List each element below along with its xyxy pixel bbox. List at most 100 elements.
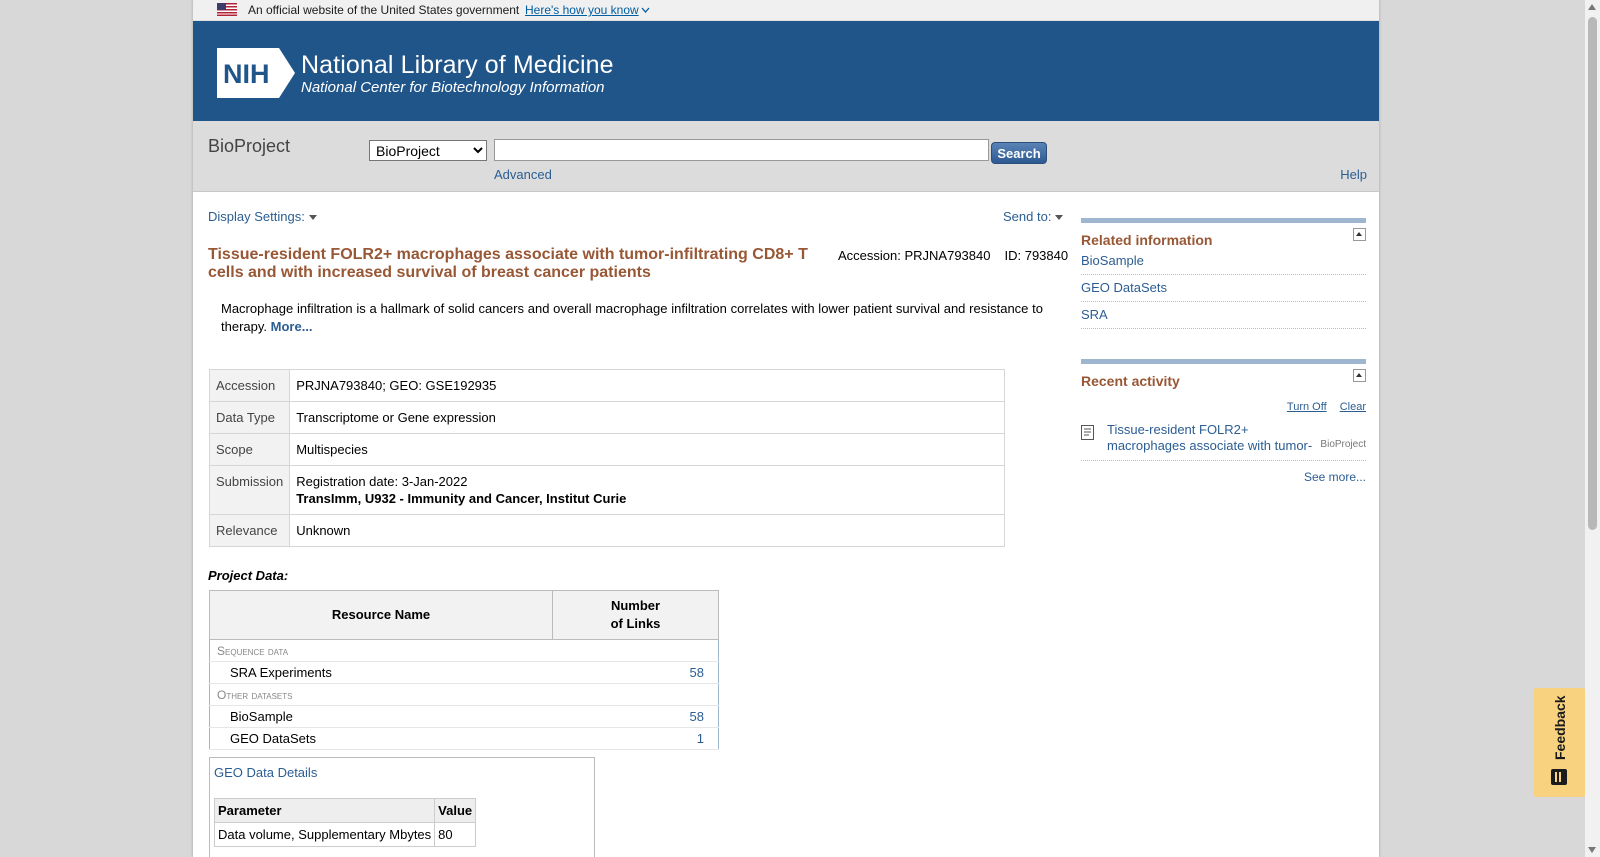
row-label: Scope <box>208 433 291 466</box>
search-bar: BioProject BioProject Search Advanced He… <box>193 121 1379 192</box>
project-data-label: Project Data: <box>208 568 289 583</box>
gov-banner-text: An official website of the United States… <box>248 3 520 17</box>
scrollbar-thumb[interactable] <box>1588 17 1597 530</box>
resource-name: BioSample <box>209 705 553 728</box>
project-description: Macrophage infiltration is a hallmark of… <box>221 300 1043 336</box>
param-name: Data volume, Supplementary Mbytes <box>213 822 436 847</box>
scroll-up-icon[interactable] <box>1588 4 1596 10</box>
row-value: PRJNA793840; GEO: GSE192935 <box>289 369 1005 402</box>
table-row: Relevance Unknown <box>208 514 1005 547</box>
table-row: Scope Multispecies <box>208 433 1005 466</box>
recent-activity-portlet: Recent activity Turn Off Clear Tissue-re… <box>1081 359 1366 484</box>
feedback-label: Feedback <box>1552 695 1568 760</box>
related-geo-datasets-link[interactable]: GEO DataSets <box>1081 280 1167 295</box>
related-sra-link[interactable]: SRA <box>1081 307 1108 322</box>
recent-activity-title: Recent activity <box>1081 373 1180 389</box>
related-information-portlet: Related information BioSample GEO DataSe… <box>1081 218 1366 329</box>
col-resource-name: Resource Name <box>209 590 553 640</box>
caret-down-icon <box>1055 215 1064 221</box>
link-count[interactable]: 58 <box>690 665 704 680</box>
row-value: Unknown <box>289 514 1005 547</box>
geo-table: Parameter Value Data volume, Supplementa… <box>213 798 477 847</box>
recent-activity-db: BioProject <box>1318 439 1366 450</box>
how-you-know-link[interactable]: Here's how you know <box>525 3 650 17</box>
project-info-table: Accession PRJNA793840; GEO: GSE192935 Da… <box>208 369 1005 547</box>
resource-name: SRA Experiments <box>209 661 553 684</box>
search-input[interactable] <box>494 139 989 161</box>
scroll-down-icon[interactable] <box>1588 847 1596 853</box>
table-row: Accession PRJNA793840; GEO: GSE192935 <box>208 369 1005 402</box>
related-information-title: Related information <box>1081 232 1213 248</box>
recent-activity-item: Tissue-resident FOLR2+ macrophages assoc… <box>1081 422 1366 461</box>
project-title: Tissue-resident FOLR2+ macrophages assoc… <box>208 246 808 281</box>
db-title[interactable]: BioProject <box>208 136 290 157</box>
row-value: Transcriptome or Gene expression <box>289 401 1005 434</box>
chevron-down-icon <box>641 7 650 13</box>
table-row: Data Type Transcriptome or Gene expressi… <box>208 401 1005 434</box>
resource-table: Resource Name Number of Links Sequence da… <box>209 590 719 750</box>
table-row: GEO DataSets 1 <box>209 727 719 750</box>
accession-id-line: Accession: PRJNA793840 ID: 793840 <box>838 248 1068 263</box>
collapse-icon[interactable] <box>1353 369 1366 382</box>
col-number-of-links: Number of Links <box>552 590 719 640</box>
col-value: Value <box>434 798 477 823</box>
row-label: Submission <box>208 465 291 515</box>
table-header-row: Parameter Value <box>213 798 477 823</box>
row-value: Registration date: 3-Jan-2022 TransImm, … <box>289 465 1005 515</box>
nih-logo[interactable]: NIH <box>217 48 295 98</box>
page-scrollbar[interactable] <box>1585 0 1600 857</box>
description-text: Macrophage infiltration is a hallmark of… <box>221 301 1043 334</box>
link-count[interactable]: 1 <box>697 731 704 746</box>
turn-off-link[interactable]: Turn Off <box>1287 401 1327 413</box>
registration-date: Registration date: 3-Jan-2022 <box>296 474 468 489</box>
display-settings-label: Display Settings: <box>208 209 305 224</box>
caret-down-icon <box>308 215 317 221</box>
col-links-line2: of Links <box>610 616 661 631</box>
geo-data-details-title[interactable]: GEO Data Details <box>214 765 317 780</box>
more-link[interactable]: More... <box>271 319 313 334</box>
row-value: Multispecies <box>289 433 1005 466</box>
gov-banner: An official website of the United States… <box>193 0 1379 21</box>
geo-data-details: GEO Data Details Parameter Value Data vo… <box>209 757 595 857</box>
accession-label: Accession: PRJNA793840 <box>838 248 991 263</box>
display-settings-menu[interactable]: Display Settings: <box>208 209 317 224</box>
category-other-datasets: Other datasets <box>209 683 719 706</box>
see-more-link[interactable]: See more... <box>1304 470 1366 484</box>
feedback-icon <box>1551 769 1567 785</box>
resource-name: GEO DataSets <box>209 727 553 750</box>
help-link[interactable]: Help <box>1340 167 1367 182</box>
table-row: Submission Registration date: 3-Jan-2022… <box>208 465 1005 515</box>
col-links-line1: Number <box>610 598 661 613</box>
nlm-header: NIH National Library of Medicine Nationa… <box>193 21 1379 121</box>
ncbi-subtitle: National Center for Biotechnology Inform… <box>301 79 605 96</box>
page: An official website of the United States… <box>193 0 1379 857</box>
recent-activity-link[interactable]: Tissue-resident FOLR2+ macrophages assoc… <box>1107 422 1319 454</box>
param-value: 80 <box>434 822 477 847</box>
row-label: Data Type <box>208 401 291 434</box>
row-label: Accession <box>208 369 291 402</box>
link-count[interactable]: 58 <box>690 709 704 724</box>
database-select[interactable]: BioProject <box>369 140 487 161</box>
document-icon <box>1081 425 1094 440</box>
category-sequence-data: Sequence data <box>209 639 719 662</box>
col-parameter: Parameter <box>213 798 436 823</box>
table-header-row: Resource Name Number of Links <box>209 590 719 640</box>
row-label: Relevance <box>208 514 291 547</box>
clear-link[interactable]: Clear <box>1340 401 1366 413</box>
us-flag-icon <box>217 3 237 16</box>
send-to-menu[interactable]: Send to: <box>1003 209 1064 224</box>
id-label: ID: 793840 <box>1004 248 1069 263</box>
table-row: SRA Experiments 58 <box>209 661 719 684</box>
related-biosample-link[interactable]: BioSample <box>1081 253 1144 268</box>
search-button[interactable]: Search <box>991 142 1047 164</box>
feedback-button[interactable]: Feedback <box>1534 688 1585 797</box>
send-to-label: Send to: <box>1003 209 1052 224</box>
category-row: Sequence data <box>209 639 719 662</box>
table-row: BioSample 58 <box>209 705 719 728</box>
nlm-title[interactable]: National Library of Medicine <box>301 51 614 80</box>
advanced-search-link[interactable]: Advanced <box>494 167 552 182</box>
portlet-bar <box>1081 359 1366 364</box>
table-row: Data volume, Supplementary Mbytes 80 <box>213 822 477 847</box>
nih-logo-text: NIH <box>223 59 270 89</box>
collapse-icon[interactable] <box>1353 228 1366 241</box>
